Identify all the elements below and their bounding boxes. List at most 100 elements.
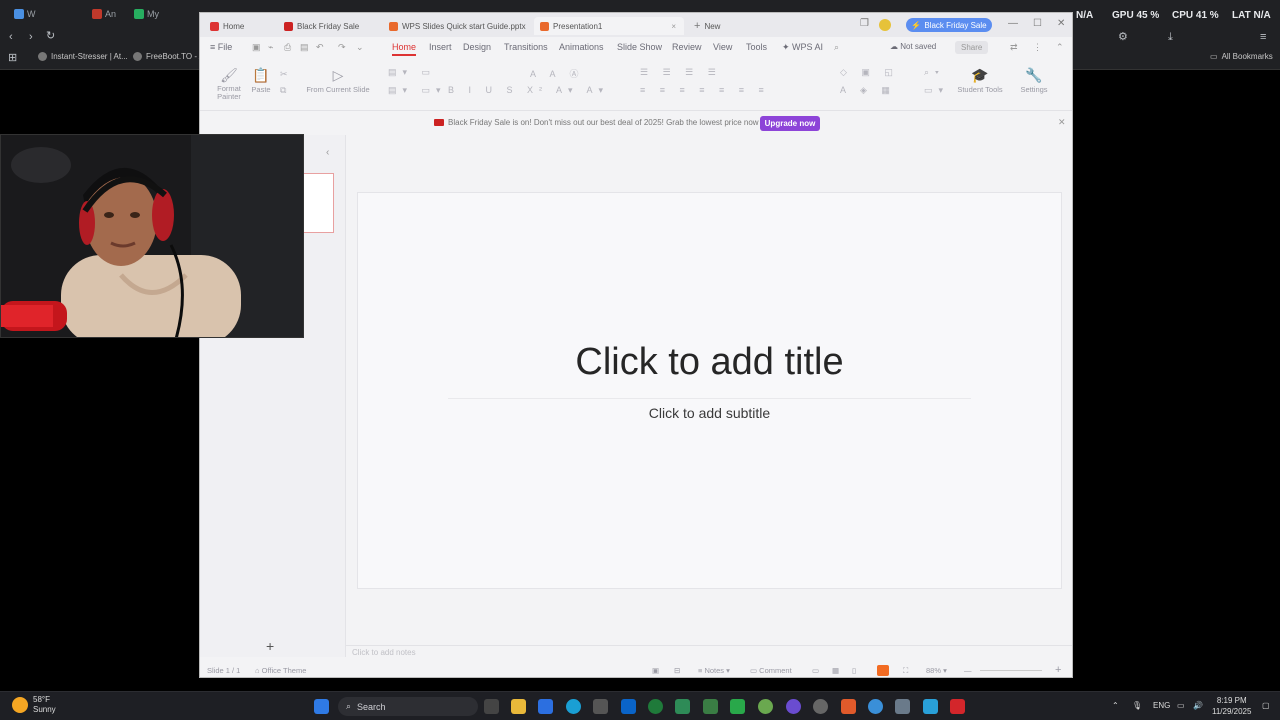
- tab-animations[interactable]: Animations: [559, 42, 604, 52]
- back-icon[interactable]: ‹: [9, 32, 13, 43]
- notification-icon[interactable]: ▢: [1262, 701, 1270, 710]
- bookmark-item[interactable]: Instant-Stresser | At...: [38, 52, 128, 61]
- close-tab-icon[interactable]: ×: [671, 22, 676, 31]
- forward-icon[interactable]: ›: [29, 32, 33, 43]
- settings-button[interactable]: 🔧 Settings: [1014, 67, 1054, 94]
- preview-icon[interactable]: ▤: [300, 42, 309, 53]
- collapse-ribbon-icon[interactable]: ⌃: [1056, 42, 1064, 53]
- add-slide-button[interactable]: +: [266, 638, 274, 654]
- chevron-down-icon[interactable]: ⌄: [356, 42, 364, 53]
- close-banner-icon[interactable]: ✕: [1058, 117, 1066, 128]
- language-indicator[interactable]: ENG: [1153, 701, 1170, 710]
- black-friday-sale-button[interactable]: ⚡ Black Friday Sale: [906, 18, 992, 32]
- download-icon[interactable]: ⤓: [1168, 32, 1173, 43]
- new-slide-icon[interactable]: ▤▾ ▭: [388, 67, 436, 78]
- app-icon[interactable]: [786, 699, 801, 714]
- font-size-controls[interactable]: A A Ⓐ: [530, 67, 585, 80]
- app-icon[interactable]: [648, 699, 663, 714]
- arrange-controls[interactable]: A ◈ ▦: [840, 85, 896, 96]
- reading-view-icon[interactable]: ▯: [852, 666, 856, 675]
- brave-icon[interactable]: [841, 699, 856, 714]
- minimize-icon[interactable]: —: [1008, 18, 1018, 29]
- file-explorer-icon[interactable]: [511, 699, 526, 714]
- wps-tab-home[interactable]: Home: [204, 17, 250, 35]
- app-icon[interactable]: [703, 699, 718, 714]
- tab-review[interactable]: Review: [672, 42, 702, 52]
- slideshow-play-icon[interactable]: [877, 665, 889, 676]
- cloud-save-status[interactable]: ☁ Not saved: [890, 42, 936, 51]
- tab-home[interactable]: Home: [392, 42, 417, 56]
- spell-check-icon[interactable]: ▣: [652, 666, 659, 675]
- app-icon[interactable]: [538, 699, 553, 714]
- windows-start-icon[interactable]: [314, 699, 329, 714]
- close-window-icon[interactable]: ✕: [1057, 18, 1065, 29]
- comment-toggle[interactable]: ▭ Comment: [750, 666, 792, 675]
- zoom-dropdown[interactable]: 88% ▾: [926, 666, 947, 675]
- tab-tools[interactable]: Tools: [746, 42, 767, 52]
- browser-tab[interactable]: W: [14, 6, 36, 22]
- list-controls[interactable]: ☰ ☰ ☰ ☰: [640, 67, 722, 78]
- app-icon[interactable]: [758, 699, 773, 714]
- print-icon[interactable]: ⎙: [284, 42, 291, 53]
- select-icon[interactable]: ▭▾: [924, 85, 949, 96]
- microphone-icon[interactable]: 🎙: [1132, 701, 1142, 710]
- wps-office-icon[interactable]: [950, 699, 965, 714]
- tab-view[interactable]: View: [713, 42, 732, 52]
- tab-slide-show[interactable]: Slide Show: [617, 42, 662, 52]
- student-tools-button[interactable]: 🎓 Student Tools: [954, 67, 1006, 94]
- weather-widget[interactable]: 58°F Sunny: [12, 695, 56, 715]
- tab-insert[interactable]: Insert: [429, 42, 452, 52]
- network-icon[interactable]: ▭: [1177, 701, 1185, 710]
- from-current-slide-button[interactable]: ▷ From Current Slide: [300, 67, 376, 94]
- app-icon[interactable]: [730, 699, 745, 714]
- task-view-icon[interactable]: [484, 699, 499, 714]
- notes-pane[interactable]: Click to add notes: [346, 645, 1072, 659]
- store-icon[interactable]: [593, 699, 608, 714]
- slide-title-placeholder[interactable]: Click to add title: [358, 341, 1061, 384]
- taskbar-search[interactable]: ⌕ Search: [338, 697, 478, 716]
- app-icon[interactable]: [868, 699, 883, 714]
- slide-sorter-icon[interactable]: ▦: [832, 666, 839, 675]
- zoom-slider[interactable]: [980, 670, 1042, 671]
- fit-icon[interactable]: ⊟: [674, 666, 680, 675]
- copy-icon[interactable]: ⧉: [280, 85, 292, 96]
- notes-toggle[interactable]: ≡ Notes ▾: [698, 666, 730, 675]
- slide-subtitle-placeholder[interactable]: Click to add subtitle: [358, 405, 1061, 421]
- new-tab-button[interactable]: + New: [688, 17, 726, 35]
- layout-icon[interactable]: ▤▾ ▭▾: [388, 85, 447, 96]
- collapse-pane-icon[interactable]: ‹: [326, 147, 329, 158]
- app-icon[interactable]: [895, 699, 910, 714]
- browser-tab[interactable]: An: [92, 6, 116, 22]
- tab-design[interactable]: Design: [463, 42, 491, 52]
- app-icon[interactable]: [923, 699, 938, 714]
- wps-tab-guide[interactable]: WPS Slides Quick start Guide.pptx: [383, 17, 532, 35]
- save-icon[interactable]: ▣: [252, 42, 261, 53]
- paragraph-controls[interactable]: ≡ ≡ ≡ ≡ ≡ ≡ ≡: [640, 85, 770, 95]
- cut-icon[interactable]: ✂: [280, 69, 294, 80]
- volume-icon[interactable]: 🔊: [1193, 701, 1203, 710]
- slide[interactable]: Click to add title Click to add subtitle: [357, 192, 1062, 589]
- format-painter-button[interactable]: 🖌 Format Painter: [216, 67, 242, 101]
- maximize-icon[interactable]: ☐: [1033, 18, 1042, 29]
- tray-chevron-icon[interactable]: ⌃: [1112, 701, 1119, 710]
- zoom-in-icon[interactable]: +: [1055, 664, 1061, 676]
- export-icon[interactable]: ⌁: [268, 42, 273, 53]
- outlook-icon[interactable]: [621, 699, 636, 714]
- restore-icon[interactable]: ❐: [860, 18, 869, 29]
- find-icon[interactable]: ⌕▾: [924, 67, 945, 78]
- file-menu[interactable]: ≡ File: [210, 42, 232, 52]
- app-icon[interactable]: [813, 699, 828, 714]
- upgrade-now-button[interactable]: Upgrade now: [760, 116, 820, 131]
- edge-icon[interactable]: [566, 699, 581, 714]
- fit-window-icon[interactable]: ⛶: [903, 666, 908, 676]
- normal-view-icon[interactable]: ▭: [812, 666, 819, 675]
- undo-icon[interactable]: ↶: [316, 42, 324, 53]
- paste-button[interactable]: 📋 Paste: [248, 67, 274, 94]
- share-button[interactable]: Share: [955, 41, 989, 54]
- slide-thumbnail[interactable]: [300, 173, 334, 233]
- font-style-controls[interactable]: B I U S X² A▾ A▾: [448, 85, 609, 96]
- extension-icon[interactable]: ⚙: [1118, 32, 1128, 43]
- shape-controls[interactable]: ◇ ▣ ◱: [840, 67, 899, 78]
- sync-icon[interactable]: ⇄: [1010, 42, 1018, 53]
- browser-tab[interactable]: My: [134, 6, 159, 22]
